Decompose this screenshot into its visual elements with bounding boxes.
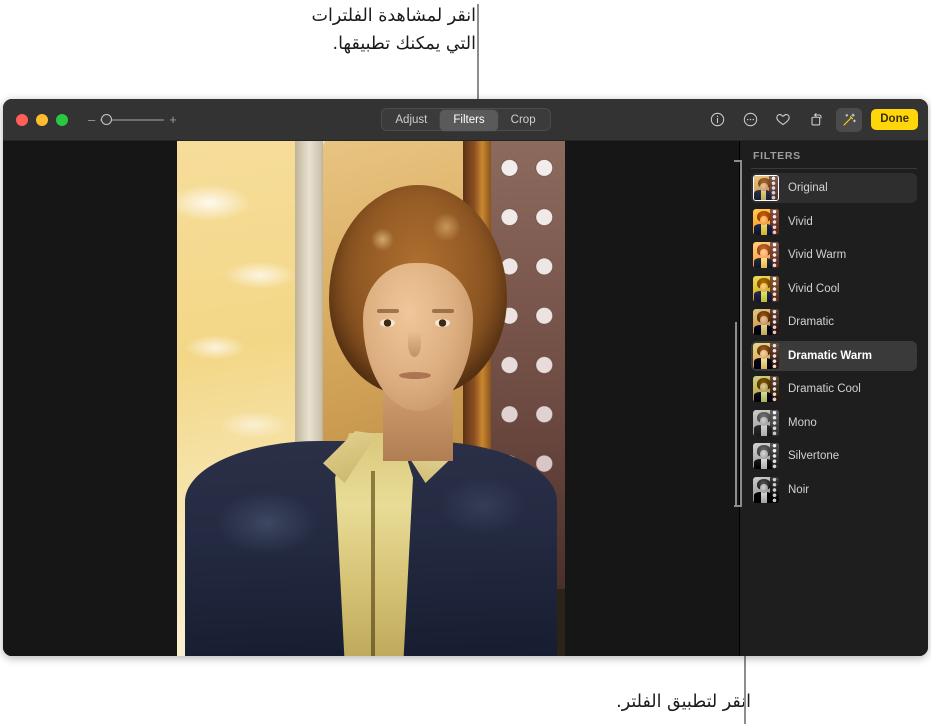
callout-leader-line-bottom (744, 656, 746, 724)
filter-label: Original (788, 182, 828, 194)
filter-thumbnail[interactable] (753, 175, 779, 201)
filter-thumbnail[interactable] (753, 309, 779, 335)
photo-canvas[interactable] (3, 141, 739, 656)
filters-heading: FILTERS (753, 150, 801, 162)
filter-row[interactable]: Silvertone (751, 441, 917, 471)
toolbar-actions: Done (704, 107, 918, 132)
window-toolbar: – + Adjust Filters Crop Done (3, 99, 928, 141)
filter-label: Dramatic Warm (788, 349, 872, 362)
filter-row[interactable]: Noir (751, 475, 917, 505)
filters-heading-divider (751, 168, 917, 169)
filter-thumbnail[interactable] (753, 242, 779, 268)
photo-eyebrow-left (377, 309, 399, 313)
filter-thumbnail[interactable] (753, 443, 779, 469)
filter-label: Vivid Cool (788, 282, 840, 295)
filter-row[interactable]: Dramatic (751, 307, 917, 337)
tab-filters[interactable]: Filters (440, 110, 498, 131)
tab-adjust[interactable]: Adjust (382, 110, 440, 131)
filter-row[interactable]: Mono (751, 408, 917, 438)
zoom-slider[interactable]: – + (88, 113, 177, 126)
filter-row[interactable]: Vivid Warm (751, 240, 917, 270)
filter-label: Dramatic (788, 316, 835, 328)
edit-mode-tabs: Adjust Filters Crop (380, 108, 551, 131)
filter-thumbnail[interactable] (753, 476, 779, 503)
favorite-heart-icon[interactable] (770, 108, 796, 132)
filter-thumbnail[interactable] (753, 342, 779, 369)
auto-enhance-wand-icon[interactable] (836, 107, 863, 132)
zoom-in-icon[interactable]: + (169, 113, 177, 126)
rotate-icon[interactable] (803, 108, 829, 132)
filter-row[interactable]: Original (751, 173, 917, 203)
filter-label: Dramatic Cool (788, 383, 861, 395)
edited-photo[interactable] (177, 141, 565, 656)
minimize-window-button[interactable] (36, 113, 48, 126)
zoom-slider-track[interactable] (100, 113, 165, 125)
filter-label: Mono (788, 416, 817, 429)
filter-thumbnail[interactable] (753, 409, 779, 436)
filter-list: Original Vivid Vivid Warm Vivid Cool Dramati… (751, 173, 917, 505)
photo-eye-left (380, 319, 395, 327)
filter-label: Vivid Warm (788, 249, 847, 261)
filter-thumbnail[interactable] (753, 275, 779, 302)
photo-eyebrow-right (432, 309, 454, 313)
maximize-window-button[interactable] (56, 113, 68, 126)
filter-row[interactable]: Vivid Cool (751, 274, 917, 304)
tab-crop[interactable]: Crop (498, 110, 549, 131)
photos-editor-window: – + Adjust Filters Crop Done FILTERS Ori… (3, 99, 928, 656)
photo-eye-right (435, 319, 450, 327)
zoom-out-icon[interactable]: – (88, 113, 95, 126)
photo-nose (408, 331, 421, 357)
filter-thumbnail[interactable] (753, 208, 779, 235)
window-controls (16, 113, 68, 126)
editor-body: FILTERS Original Vivid Vivid Warm Vivid Coo… (3, 141, 928, 656)
filters-sidebar: FILTERS Original Vivid Vivid Warm Vivid Coo… (734, 141, 928, 656)
callout-text-bottom: انقر لتطبيق الفلتر. (616, 692, 751, 712)
filter-label: Noir (788, 483, 810, 496)
callout-leader-line-top (477, 4, 479, 101)
filter-label: Vivid (788, 215, 813, 228)
done-button[interactable]: Done (871, 109, 918, 130)
filter-row[interactable]: Dramatic Cool (751, 374, 917, 404)
callout-text-top: انقر لمشاهدة الفلترات التي يمكنك تطبيقها… (311, 6, 476, 55)
more-options-icon[interactable] (737, 108, 763, 132)
zoom-slider-knob[interactable] (101, 113, 113, 125)
filter-label: Silvertone (788, 450, 840, 462)
filter-row[interactable]: Vivid (751, 207, 917, 237)
photo-mouth (399, 372, 431, 379)
filter-row[interactable]: Dramatic Warm (751, 340, 917, 371)
filter-thumbnail[interactable] (753, 376, 779, 402)
close-window-button[interactable] (16, 113, 28, 126)
photo-hoodie-zipper (371, 471, 375, 656)
info-icon[interactable] (704, 108, 730, 132)
bracket-connector-vertical (735, 322, 737, 506)
